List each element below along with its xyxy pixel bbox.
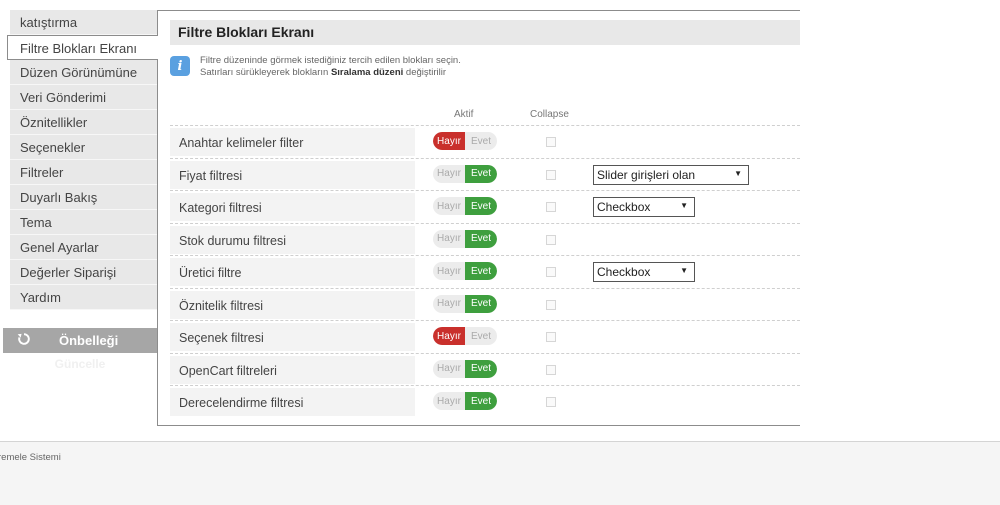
sidebar-item-attributes[interactable]: Öznitellikler bbox=[10, 110, 157, 135]
column-header-active: Aktif bbox=[454, 109, 474, 120]
filter-block-label: Üretici filtre bbox=[170, 258, 415, 286]
panel-title: Filtre Blokları Ekranı bbox=[170, 20, 800, 45]
display-type-select[interactable]: Checkbox ▼ bbox=[593, 262, 695, 282]
toggle-yes-option[interactable]: Evet bbox=[465, 132, 497, 150]
sidebar-item-general-settings[interactable]: Genel Ayarlar bbox=[10, 235, 157, 260]
dropdown-arrow-icon: ▼ bbox=[734, 168, 742, 178]
filter-block-row[interactable]: Seçenek filtresi Hayır Evet bbox=[170, 320, 800, 353]
display-type-value: Slider girişleri olan bbox=[597, 167, 696, 182]
cache-refresh: Önbelleği Güncelle bbox=[3, 328, 157, 371]
dropdown-arrow-icon: ▼ bbox=[680, 201, 688, 210]
toggle-no-option[interactable]: Hayır bbox=[433, 230, 465, 248]
sidebar-item-filters[interactable]: Filtreler bbox=[10, 160, 157, 185]
filter-block-label: Anahtar kelimeler filter bbox=[170, 128, 415, 156]
filter-block-row[interactable]: Stok durumu filtresi Hayır Evet bbox=[170, 222, 800, 256]
display-type-value: Checkbox bbox=[597, 265, 651, 279]
filter-block-label: Derecelendirme filtresi bbox=[170, 388, 415, 416]
sidebar-item-embedding[interactable]: katıştırma bbox=[10, 10, 157, 35]
active-toggle[interactable]: Hayır Evet bbox=[433, 294, 497, 313]
sidebar-item-filter-blocks[interactable]: Filtre Blokları Ekranı bbox=[7, 35, 158, 60]
sidebar-item-data-submission[interactable]: Veri Gönderimi bbox=[10, 85, 157, 110]
sidebar-item-responsive-view[interactable]: Duyarlı Bakış bbox=[10, 185, 157, 210]
display-type-select[interactable]: Slider girişleri olan ▼ bbox=[593, 164, 749, 185]
refresh-cache-button[interactable]: Önbelleği bbox=[3, 328, 157, 353]
active-toggle[interactable]: Hayır Evet bbox=[433, 327, 497, 345]
toggle-yes-option[interactable]: Evet bbox=[465, 327, 497, 345]
sidebar: katıştırma Filtre Blokları Ekranı Düzen … bbox=[7, 10, 158, 310]
filter-block-row[interactable]: Kategori filtresi Hayır Evet Checkbox ▼ bbox=[170, 190, 800, 223]
collapse-checkbox[interactable] bbox=[546, 169, 556, 180]
sidebar-item-values-order[interactable]: Değerler Siparişi bbox=[10, 260, 157, 285]
active-toggle[interactable]: Hayır Evet bbox=[433, 164, 497, 183]
toggle-no-option[interactable]: Hayır bbox=[433, 360, 465, 378]
toggle-yes-option[interactable]: Evet bbox=[465, 294, 497, 313]
toggle-no-option[interactable]: Hayır bbox=[433, 295, 465, 313]
info-text: Filtre düzeninde görmek istediğiniz terc… bbox=[200, 55, 461, 79]
collapse-checkbox[interactable] bbox=[546, 397, 556, 407]
filter-block-row[interactable]: Üretici filtre Hayır Evet Checkbox ▼ bbox=[170, 255, 800, 288]
collapse-checkbox[interactable] bbox=[546, 332, 556, 342]
filter-block-label: Öznitelik filtresi bbox=[170, 290, 415, 319]
filter-block-row[interactable]: Anahtar kelimeler filter Hayır Evet bbox=[170, 125, 800, 158]
collapse-checkbox[interactable] bbox=[546, 234, 556, 245]
filter-blocks-panel: Filtre Blokları Ekranı i Filtre düzenind… bbox=[157, 10, 800, 426]
filter-block-label: Stok durumu filtresi bbox=[170, 225, 415, 254]
toggle-no-option[interactable]: Hayır bbox=[433, 132, 465, 150]
active-toggle[interactable]: Hayır Evet bbox=[433, 262, 497, 280]
active-toggle[interactable]: Hayır Evet bbox=[433, 359, 497, 378]
collapse-checkbox[interactable] bbox=[546, 137, 556, 147]
active-toggle[interactable]: Hayır Evet bbox=[433, 132, 497, 150]
collapse-checkbox[interactable] bbox=[546, 299, 556, 310]
toggle-yes-option[interactable]: Evet bbox=[465, 262, 497, 280]
filter-block-row[interactable]: Öznitelik filtresi Hayır Evet bbox=[170, 287, 800, 321]
info-line-2: Satırları sürükleyerek blokların Sıralam… bbox=[200, 67, 447, 78]
refresh-icon bbox=[17, 332, 31, 349]
active-toggle[interactable]: Hayır Evet bbox=[433, 197, 497, 215]
filter-block-label: OpenCart filtreleri bbox=[170, 355, 415, 384]
toggle-no-option[interactable]: Hayır bbox=[433, 392, 465, 410]
dropdown-arrow-icon: ▼ bbox=[680, 266, 688, 275]
display-type-select[interactable]: Checkbox ▼ bbox=[593, 197, 695, 217]
footer-bar bbox=[0, 441, 1000, 505]
toggle-no-option[interactable]: Hayır bbox=[433, 197, 465, 215]
toggle-yes-option[interactable]: Evet bbox=[465, 359, 497, 378]
filter-block-label: Kategori filtresi bbox=[170, 193, 415, 221]
toggle-yes-option[interactable]: Evet bbox=[465, 164, 497, 183]
toggle-yes-option[interactable]: Evet bbox=[465, 229, 497, 248]
sidebar-item-layout-view[interactable]: Düzen Görünümüne bbox=[10, 60, 157, 85]
toggle-yes-option[interactable]: Evet bbox=[465, 197, 497, 215]
sidebar-item-theme[interactable]: Tema bbox=[10, 210, 157, 235]
sidebar-item-options[interactable]: Seçenekler bbox=[10, 135, 157, 160]
info-line-1: Filtre düzeninde görmek istediğiniz terc… bbox=[200, 55, 461, 66]
refresh-cache-sublabel[interactable]: Güncelle bbox=[3, 357, 157, 371]
sidebar-item-help[interactable]: Yardım bbox=[10, 285, 157, 310]
column-header-collapse: Collapse bbox=[530, 109, 569, 120]
refresh-cache-label: Önbelleği bbox=[59, 333, 119, 348]
filter-block-row[interactable]: Fiyat filtresi Hayır Evet Slider girişleri … bbox=[170, 157, 800, 191]
filter-block-row[interactable]: OpenCart filtreleri Hayır Evet bbox=[170, 352, 800, 386]
info-box: i Filtre düzeninde görmek istediğiniz te… bbox=[170, 55, 461, 79]
active-toggle[interactable]: Hayır Evet bbox=[433, 229, 497, 248]
collapse-checkbox[interactable] bbox=[546, 267, 556, 277]
toggle-no-option[interactable]: Hayır bbox=[433, 165, 465, 183]
info-icon: i bbox=[170, 56, 190, 76]
active-toggle[interactable]: Hayır Evet bbox=[433, 392, 497, 410]
toggle-no-option[interactable]: Hayır bbox=[433, 262, 465, 280]
footer-text: remele Sistemi bbox=[0, 452, 61, 463]
collapse-checkbox[interactable] bbox=[546, 202, 556, 212]
collapse-checkbox[interactable] bbox=[546, 364, 556, 375]
filter-block-label: Fiyat filtresi bbox=[170, 160, 415, 189]
toggle-yes-option[interactable]: Evet bbox=[465, 392, 497, 410]
page: katıştırma Filtre Blokları Ekranı Düzen … bbox=[0, 0, 1000, 505]
filter-blocks-list: Anahtar kelimeler filter Hayır Evet Fiyat f… bbox=[170, 125, 800, 418]
toggle-no-option[interactable]: Hayır bbox=[433, 327, 465, 345]
filter-block-row[interactable]: Derecelendirme filtresi Hayır Evet bbox=[170, 385, 800, 418]
display-type-value: Checkbox bbox=[597, 200, 651, 214]
filter-block-label: Seçenek filtresi bbox=[170, 323, 415, 351]
